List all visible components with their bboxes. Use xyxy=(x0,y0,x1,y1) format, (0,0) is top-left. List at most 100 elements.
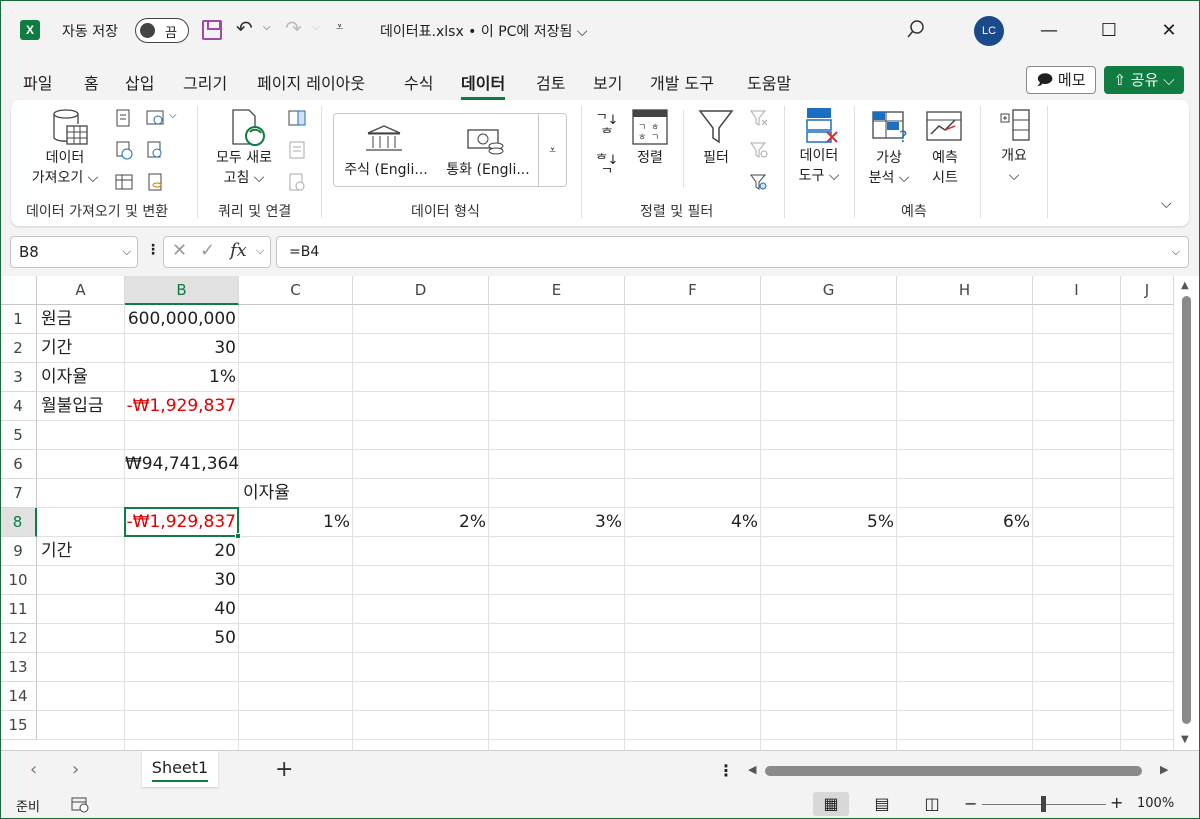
column-header-e[interactable]: E xyxy=(489,276,625,305)
row-header-3[interactable]: 3 xyxy=(0,363,37,392)
tab-insert[interactable]: 삽입 xyxy=(125,70,154,94)
tab-draw[interactable]: 그리기 xyxy=(183,70,227,94)
cell-b10[interactable]: 30 xyxy=(125,566,239,595)
cell-b11[interactable]: 40 xyxy=(125,595,239,624)
tab-developer[interactable]: 개발 도구 xyxy=(650,70,714,94)
accessibility-icon[interactable] xyxy=(70,796,90,814)
tab-formulas[interactable]: 수식 xyxy=(404,70,433,94)
what-if-analysis-button[interactable]: 가상 분석 ⌵ xyxy=(863,148,915,188)
cell-a2[interactable]: 기간 xyxy=(37,334,72,363)
cell-h8[interactable]: 6% xyxy=(897,508,1033,537)
document-title[interactable]: 데이터표.xlsx • 이 PC에 저장됨 ⌵ xyxy=(380,21,587,41)
reapply-filter-icon[interactable] xyxy=(749,140,769,160)
cell-b9[interactable]: 20 xyxy=(125,537,239,566)
get-data-button[interactable]: 데이터 가져오기 ⌵ xyxy=(23,148,107,188)
refresh-all-button[interactable]: 모두 새로 고침 ⌵ xyxy=(207,148,281,188)
insert-function-icon[interactable]: fx xyxy=(230,240,247,261)
formula-input[interactable]: =B4 ⌵ xyxy=(276,236,1189,268)
row-header-7[interactable]: 7 xyxy=(0,479,37,508)
column-header-d[interactable]: D xyxy=(353,276,489,305)
column-header-g[interactable]: G xyxy=(761,276,897,305)
comments-button[interactable]: 🗩 메모 xyxy=(1026,66,1096,94)
name-box[interactable]: B8 ⌵ xyxy=(10,236,138,268)
sheet-tab-sheet1[interactable]: Sheet1 xyxy=(142,751,218,787)
row-header-1[interactable]: 1 xyxy=(0,305,37,334)
clear-filter-icon[interactable] xyxy=(749,108,769,128)
cell-a4[interactable]: 월불입금 xyxy=(37,392,104,421)
cell-c8[interactable]: 1% xyxy=(239,508,353,537)
quick-access-customize-icon[interactable]: ⩡ xyxy=(336,20,343,35)
autosave-toggle[interactable]: 끔 xyxy=(135,18,189,43)
tab-view[interactable]: 보기 xyxy=(593,70,622,94)
redo-dropdown-icon[interactable]: ⌵ xyxy=(312,22,320,33)
enter-check-icon[interactable]: ✓ xyxy=(200,240,215,261)
tab-file[interactable]: 파일 xyxy=(23,70,52,94)
data-tools-button[interactable]: 데이터 도구 ⌵ xyxy=(791,146,847,186)
row-header-11[interactable]: 11 xyxy=(0,595,37,624)
sort-descending-icon[interactable]: ᄒ↓ ᄀ xyxy=(595,154,619,182)
zoom-level[interactable]: 100% xyxy=(1137,796,1174,811)
undo-icon[interactable]: ↶ xyxy=(236,16,253,40)
chevron-down-icon[interactable]: ⌵ xyxy=(169,110,177,121)
from-picture-icon[interactable] xyxy=(145,108,165,128)
row-header-8[interactable]: 8 xyxy=(0,508,37,537)
undo-dropdown-icon[interactable]: ⌵ xyxy=(263,22,271,33)
column-header-b[interactable]: B xyxy=(125,276,239,305)
maximize-button[interactable]: ☐ xyxy=(1094,16,1124,46)
cell-e8[interactable]: 3% xyxy=(489,508,625,537)
gallery-more-icon[interactable]: ⩡ xyxy=(538,114,566,186)
scroll-right-icon[interactable]: ▶ xyxy=(1160,763,1168,776)
row-header-9[interactable]: 9 xyxy=(0,537,37,566)
expand-formula-icon[interactable]: ⌵ xyxy=(1172,237,1180,267)
tab-data[interactable]: 데이터 xyxy=(461,70,506,100)
recent-sources-icon[interactable] xyxy=(145,140,165,160)
cell-b6[interactable]: ₩94,741,364 xyxy=(125,450,239,479)
column-header-a[interactable]: A xyxy=(37,276,125,305)
cell-a3[interactable]: 이자율 xyxy=(37,363,88,392)
row-header-12[interactable]: 12 xyxy=(0,624,37,653)
cell-b1[interactable]: 600,000,000 xyxy=(125,305,239,334)
filter-button[interactable]: 필터 xyxy=(691,148,741,168)
horizontal-scroll-thumb[interactable] xyxy=(765,766,1142,776)
properties-icon[interactable] xyxy=(287,140,307,160)
more-options-icon[interactable]: ⋮ xyxy=(146,242,160,258)
cancel-icon[interactable]: ✕ xyxy=(172,240,187,261)
vertical-scrollbar[interactable]: ▲ ▼ xyxy=(1174,276,1200,750)
minimize-button[interactable]: — xyxy=(1034,16,1064,46)
row-header-5[interactable]: 5 xyxy=(0,421,37,450)
stocks-data-type[interactable]: 주식 (Engli... xyxy=(338,160,434,180)
scroll-down-icon[interactable]: ▼ xyxy=(1181,734,1189,745)
share-button[interactable]: ⇧ 공유 ⌵ xyxy=(1104,66,1184,94)
close-button[interactable]: ✕ xyxy=(1154,16,1184,46)
existing-connections-icon[interactable] xyxy=(145,172,165,192)
chevron-down-icon[interactable]: ⌵ xyxy=(256,244,264,258)
column-header-f[interactable]: F xyxy=(625,276,761,305)
column-header-i[interactable]: I xyxy=(1033,276,1121,305)
scroll-up-icon[interactable]: ▲ xyxy=(1181,280,1189,291)
column-header-c[interactable]: C xyxy=(239,276,353,305)
redo-icon[interactable]: ↷ xyxy=(285,16,302,40)
column-header-h[interactable]: H xyxy=(897,276,1033,305)
next-sheet-icon[interactable]: › xyxy=(72,759,79,780)
page-break-preview-icon[interactable]: ◫ xyxy=(914,792,950,816)
row-header-6[interactable]: 6 xyxy=(0,450,37,479)
edit-links-icon[interactable] xyxy=(287,172,307,192)
from-web-icon[interactable] xyxy=(114,140,134,160)
cell-b12[interactable]: 50 xyxy=(125,624,239,653)
forecast-sheet-button[interactable]: 예측 시트 xyxy=(919,148,971,188)
tab-home[interactable]: 홈 xyxy=(84,70,99,94)
from-table-range-icon[interactable] xyxy=(114,172,134,192)
cell-b3[interactable]: 1% xyxy=(125,363,239,392)
zoom-out-icon[interactable]: − xyxy=(964,794,977,813)
cell-f8[interactable]: 4% xyxy=(625,508,761,537)
row-header-4[interactable]: 4 xyxy=(0,392,37,421)
tab-page-layout[interactable]: 페이지 레이아웃 xyxy=(257,70,365,94)
cell-c7[interactable]: 이자율 xyxy=(239,479,290,508)
collapse-ribbon-icon[interactable]: ⌵ xyxy=(1161,196,1172,212)
cell-b2[interactable]: 30 xyxy=(125,334,239,363)
row-header-2[interactable]: 2 xyxy=(0,334,37,363)
cell-g8[interactable]: 5% xyxy=(761,508,897,537)
cell-d8[interactable]: 2% xyxy=(353,508,489,537)
normal-view-icon[interactable]: ▦ xyxy=(813,792,849,816)
search-icon[interactable] xyxy=(906,19,926,39)
